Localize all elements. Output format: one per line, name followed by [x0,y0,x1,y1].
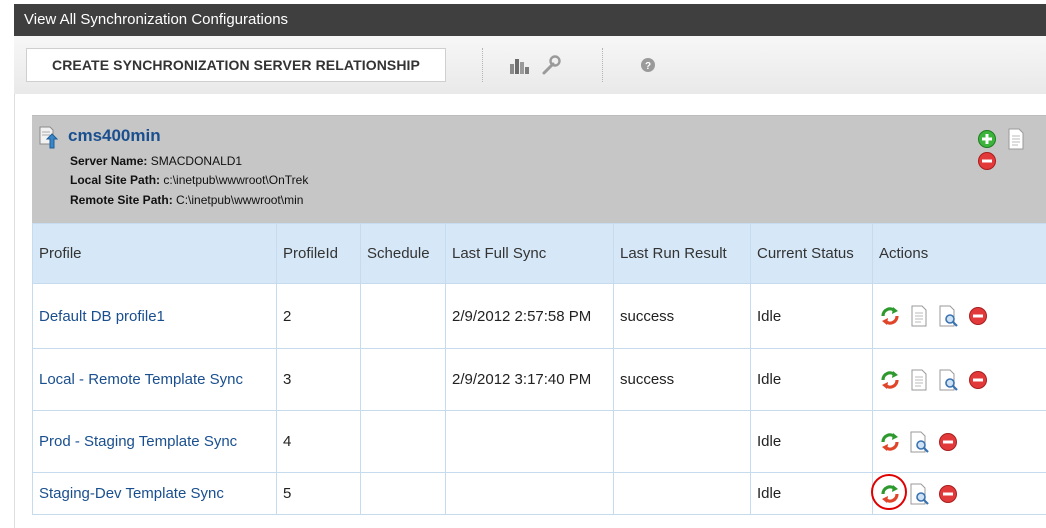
last-full-sync-cell [445,472,614,515]
profile-id-cell: 4 [276,410,361,473]
help-icon[interactable]: ? [636,54,660,76]
sync-icon[interactable] [871,473,907,510]
col-header-schedule: Schedule [360,223,446,284]
server-sync-icon [38,126,60,150]
col-header-profile: Profile [32,223,277,284]
profile-link[interactable]: Local - Remote Template Sync [32,348,277,411]
current-status-cell: Idle [750,472,873,515]
server-panel: cms400min Server Name: SMACDONALD1 Local… [32,115,1046,224]
remote-site-path-info: Remote Site Path: C:\inetpub\wwwroot\min [70,193,303,207]
profile-link[interactable]: Staging-Dev Template Sync [32,472,277,515]
actions-cell [871,472,1046,515]
toolbar: CREATE SYNCHRONIZATION SERVER RELATIONSH… [14,36,1046,95]
col-header-actions: Actions [872,223,1046,284]
table-row: Staging-Dev Template Sync 5 Idle [32,472,1046,515]
document-icon[interactable] [1005,128,1027,150]
add-icon[interactable] [976,128,998,150]
local-site-path-label: Local Site Path: [70,173,161,187]
table-row: Prod - Staging Template Sync 4 Idle [32,410,1046,473]
statistics-icon[interactable] [508,54,532,76]
col-header-current-status: Current Status [750,223,873,284]
table-row: Local - Remote Template Sync 3 2/9/2012 … [32,348,1046,411]
delete-icon[interactable] [967,305,989,327]
sync-icon[interactable] [879,369,901,391]
preview-icon[interactable] [908,483,930,505]
local-site-path-value: c:\inetpub\wwwroot\OnTrek [163,173,309,187]
create-sync-relationship-button[interactable]: CREATE SYNCHRONIZATION SERVER RELATIONSH… [26,48,446,82]
sync-icon[interactable] [879,431,901,453]
col-header-last-run-result: Last Run Result [613,223,751,284]
delete-icon[interactable] [967,369,989,391]
col-header-profile-id: ProfileId [276,223,361,284]
remote-site-path-value: C:\inetpub\wwwroot\min [176,193,304,207]
col-header-last-full-sync: Last Full Sync [445,223,614,284]
server-actions [976,128,1046,150]
profile-link[interactable]: Prod - Staging Template Sync [32,410,277,473]
delete-icon[interactable] [937,483,959,505]
document-icon[interactable] [908,369,930,391]
preview-icon[interactable] [908,431,930,453]
last-run-result-cell: success [613,283,751,349]
schedule-cell [360,283,446,349]
current-status-cell: Idle [750,410,873,473]
svg-text:?: ? [645,61,651,72]
profile-id-cell: 5 [276,472,361,515]
schedule-cell [360,348,446,411]
last-run-result-cell [613,410,751,473]
local-site-path-info: Local Site Path: c:\inetpub\wwwroot\OnTr… [70,173,308,187]
last-run-result-cell [613,472,751,515]
remote-site-path-label: Remote Site Path: [70,193,173,207]
last-run-result-cell: success [613,348,751,411]
delete-icon[interactable] [976,150,998,172]
toolbar-separator [602,48,603,82]
sync-icon[interactable] [879,305,901,327]
document-icon[interactable] [908,305,930,327]
server-name-label: Server Name: [70,154,148,168]
table-row: Default DB profile1 2 2/9/2012 2:57:58 P… [32,283,1046,349]
last-full-sync-cell [445,410,614,473]
profile-id-cell: 3 [276,348,361,411]
window-title: View All Synchronization Configurations [14,4,1046,36]
actions-cell [872,410,1046,473]
sync-profiles-table: Profile ProfileId Schedule Last Full Syn… [32,223,1046,515]
last-full-sync-cell: 2/9/2012 2:57:58 PM [445,283,614,349]
profile-link[interactable]: Default DB profile1 [32,283,277,349]
last-full-sync-cell: 2/9/2012 3:17:40 PM [445,348,614,411]
server-name-value: SMACDONALD1 [150,154,243,168]
server-name-link[interactable]: cms400min [68,126,161,146]
preview-icon[interactable] [937,369,959,391]
preview-icon[interactable] [937,305,959,327]
profile-id-cell: 2 [276,283,361,349]
wrench-icon[interactable] [538,54,562,76]
toolbar-separator [482,48,483,82]
actions-cell [872,283,1046,349]
schedule-cell [360,472,446,515]
current-status-cell: Idle [750,348,873,411]
table-header-row: Profile ProfileId Schedule Last Full Syn… [32,223,1046,284]
server-name-info: Server Name: SMACDONALD1 [70,154,242,168]
actions-cell [872,348,1046,411]
schedule-cell [360,410,446,473]
delete-icon[interactable] [937,431,959,453]
current-status-cell: Idle [750,283,873,349]
